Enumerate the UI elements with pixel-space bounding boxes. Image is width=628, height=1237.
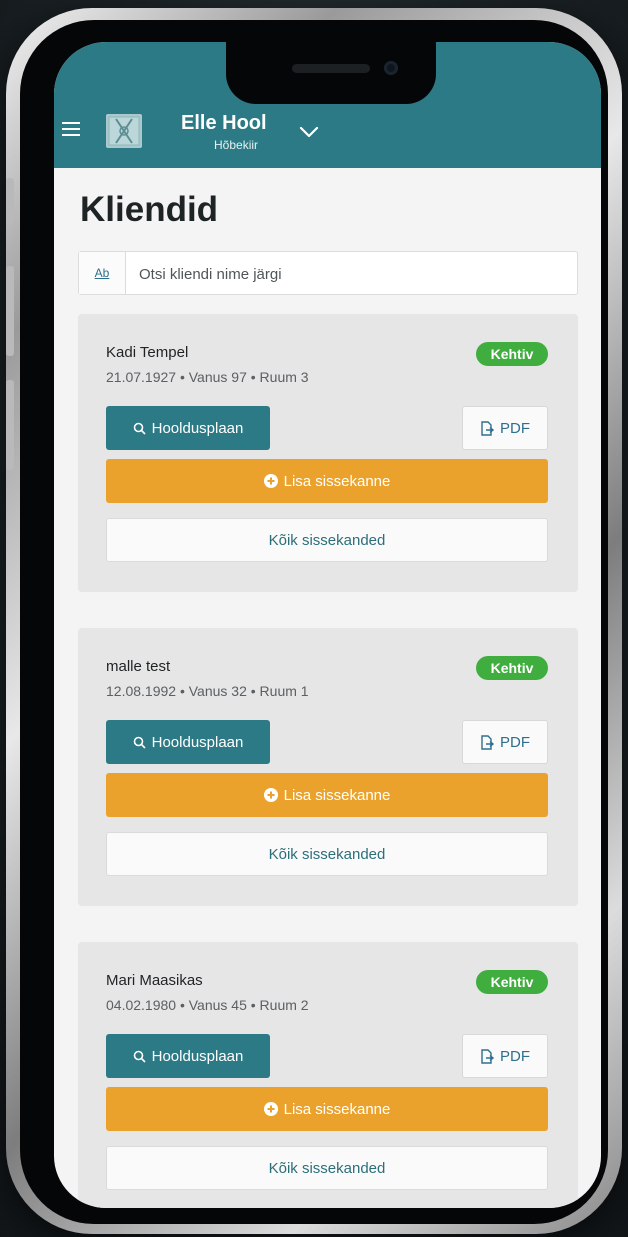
client-name: Kadi Tempel [106,344,189,361]
organization-logo [106,114,142,148]
client-name: malle test [106,658,171,675]
care-plan-label: Hooldusplaan [151,1047,244,1065]
add-entry-label: Lisa sissekanne [283,1100,391,1118]
hamburger-menu-icon[interactable] [62,122,80,138]
all-entries-label: Kõik sissekanded [268,845,386,863]
pdf-label: PDF [500,733,530,751]
pdf-label: PDF [500,1047,530,1065]
chevron-down-icon[interactable] [299,126,319,138]
plus-circle-icon [263,788,278,802]
client-details: 04.02.1980 • Vanus 45 • Ruum 2 [106,997,309,1013]
client-card: Kadi Tempel 21.07.1927 • Vanus 97 • Ruum… [78,314,578,592]
front-camera [384,61,398,75]
client-details: 21.07.1927 • Vanus 97 • Ruum 3 [106,369,309,385]
file-export-icon [481,420,494,436]
all-entries-label: Kõik sissekanded [268,1159,386,1177]
all-entries-button[interactable]: Kõik sissekanded [106,518,548,562]
care-plan-label: Hooldusplaan [151,419,244,437]
add-entry-label: Lisa sissekanne [283,786,391,804]
care-plan-button[interactable]: Hooldusplaan [106,1034,270,1078]
pdf-button[interactable]: PDF [462,406,548,450]
pdf-button[interactable]: PDF [462,1034,548,1078]
search-icon [133,736,146,749]
search-icon [133,1050,146,1063]
mute-switch [6,178,14,224]
file-export-icon [481,1048,494,1064]
add-entry-button[interactable]: Lisa sissekanne [106,459,548,503]
search-prefix-label: Ab [79,252,126,294]
plus-circle-icon [263,1102,278,1116]
organization-name: Hõbekiir [214,138,259,152]
file-export-icon [481,734,494,750]
pdf-button[interactable]: PDF [462,720,548,764]
add-entry-label: Lisa sissekanne [283,472,391,490]
user-name[interactable]: Elle Hool [181,112,267,135]
app-screen: Elle Hool Hõbekiir Kliendid Ab Kadi Temp… [54,42,601,1208]
plus-circle-icon [263,474,278,488]
status-badge: Kehtiv [476,656,548,680]
care-plan-label: Hooldusplaan [151,733,244,751]
search-box: Ab [78,251,578,296]
phone-frame: Elle Hool Hõbekiir Kliendid Ab Kadi Temp… [6,8,622,1234]
search-icon [133,422,146,435]
all-entries-label: Kõik sissekanded [268,531,386,549]
volume-up-button [6,266,14,356]
pdf-label: PDF [500,419,530,437]
add-entry-button[interactable]: Lisa sissekanne [106,773,548,817]
care-plan-button[interactable]: Hooldusplaan [106,406,270,450]
client-card: malle test 12.08.1992 • Vanus 32 • Ruum … [78,628,578,906]
add-entry-button[interactable]: Lisa sissekanne [106,1087,548,1131]
client-details: 12.08.1992 • Vanus 32 • Ruum 1 [106,683,309,699]
care-plan-button[interactable]: Hooldusplaan [106,720,270,764]
client-name: Mari Maasikas [106,972,203,989]
all-entries-button[interactable]: Kõik sissekanded [106,832,548,876]
phone-notch [226,42,436,104]
client-card: Mari Maasikas 04.02.1980 • Vanus 45 • Ru… [78,942,578,1208]
page-title: Kliendid [80,190,219,229]
volume-down-button [6,380,14,470]
status-badge: Kehtiv [476,342,548,366]
client-search-input[interactable] [137,252,571,296]
speaker-grille [292,64,370,73]
all-entries-button[interactable]: Kõik sissekanded [106,1146,548,1190]
status-badge: Kehtiv [476,970,548,994]
